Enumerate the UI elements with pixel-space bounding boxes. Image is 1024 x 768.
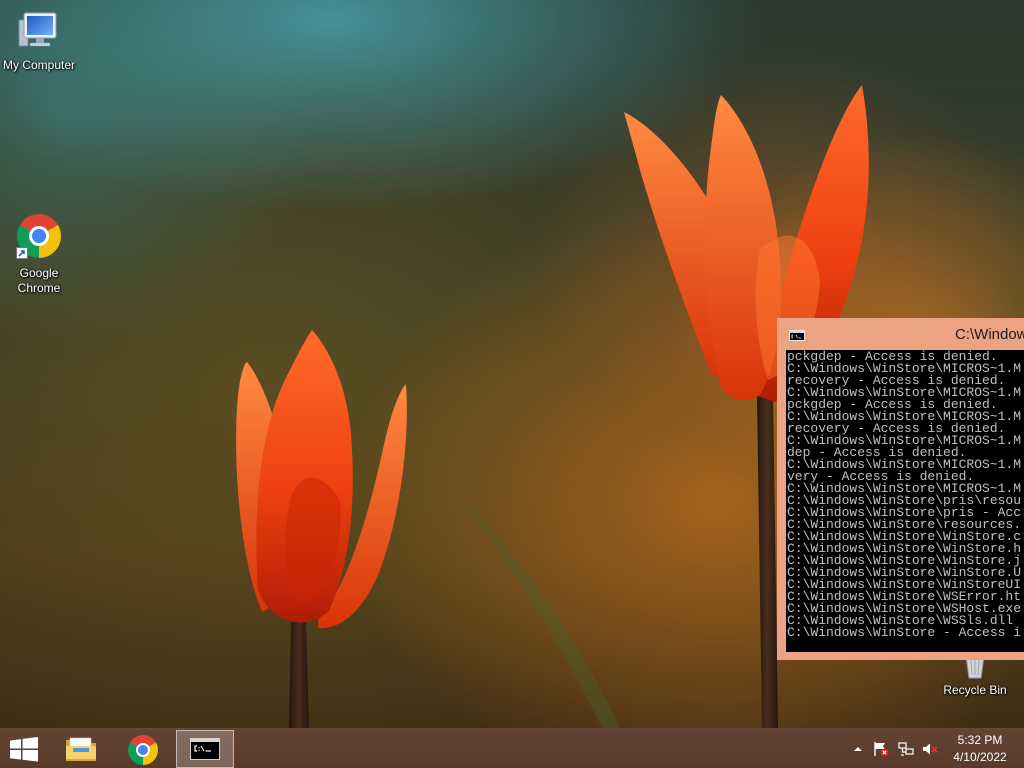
tulip-left (236, 330, 407, 728)
shortcut-arrow-icon (16, 247, 28, 259)
desktop-icon-label: Google Chrome (17, 266, 61, 295)
taskbar: 5:32 PM 4/10/2022 (0, 728, 1024, 768)
desktop-icon-label: My Computer (2, 58, 76, 72)
network-icon[interactable] (898, 741, 914, 757)
tulip-stem (289, 622, 309, 728)
volume-muted-icon[interactable] (922, 741, 938, 757)
desktop-icon-my-computer[interactable]: My Computer (0, 10, 78, 73)
tulip-stem (757, 396, 778, 728)
action-center-flag-icon[interactable] (873, 741, 889, 757)
console-line: C:\Windows\WinStore - Access i (787, 625, 1022, 640)
windows-logo-icon (10, 737, 38, 762)
cmd-icon (789, 330, 805, 341)
chrome-icon (128, 735, 158, 765)
cmd-icon (190, 738, 220, 760)
start-button[interactable] (6, 733, 42, 765)
file-explorer-icon (66, 737, 96, 761)
desktop-icon-google-chrome[interactable]: Google Chrome (0, 214, 78, 296)
cmd-window-titlebar[interactable]: C:\Window (777, 318, 1024, 350)
taskbar-chrome-button[interactable] (124, 731, 164, 767)
clock-time: 5:32 PM (957, 733, 1003, 747)
desktop-icon-label: Recycle Bin (943, 683, 1007, 697)
my-computer-icon (18, 12, 57, 47)
show-hidden-icons-icon[interactable] (850, 741, 866, 757)
clock-date: 4/10/2022 (953, 750, 1007, 764)
taskbar-clock[interactable]: 5:32 PM 4/10/2022 (945, 733, 1015, 765)
cmd-window[interactable]: C:\Window pckgdep - Access is denied. C:… (777, 318, 1024, 660)
cmd-window-title: C:\Window (955, 326, 1024, 343)
taskbar-cmd-button[interactable] (176, 730, 234, 768)
taskbar-file-explorer-button[interactable] (60, 731, 102, 767)
grass-blade (470, 505, 620, 728)
cmd-console-output[interactable]: pckgdep - Access is denied. C:\Windows\W… (786, 350, 1024, 652)
